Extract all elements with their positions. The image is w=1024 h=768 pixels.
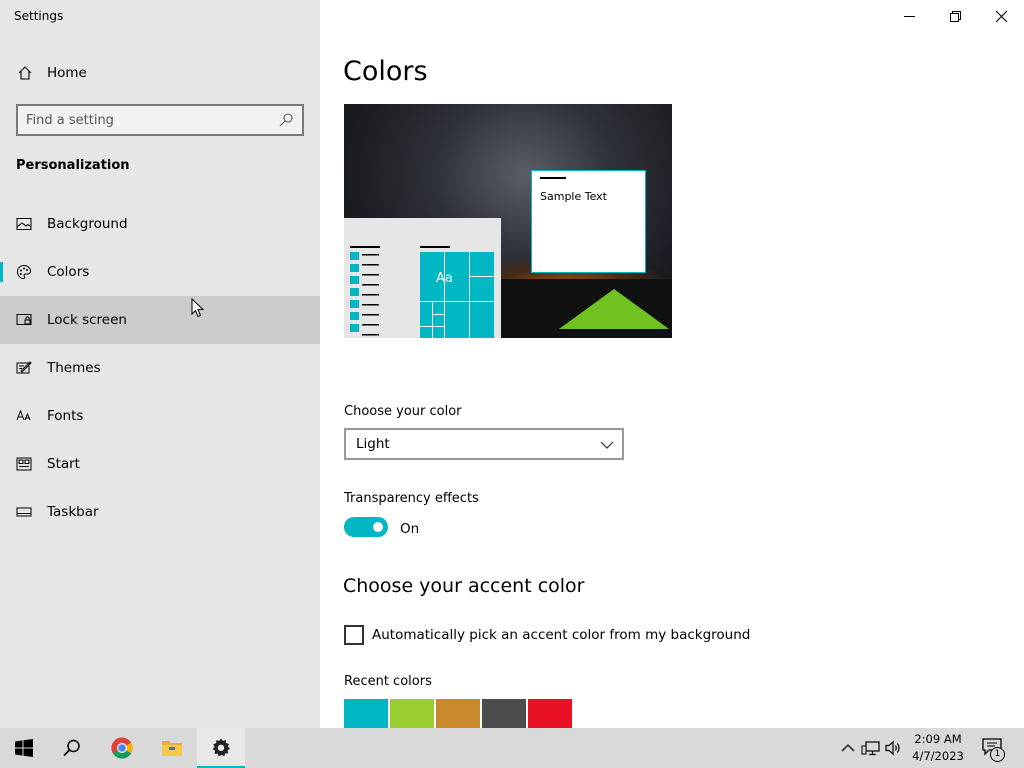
search-icon[interactable]	[278, 112, 294, 128]
sidebar-item-label: Taskbar	[47, 504, 99, 520]
chrome-icon	[111, 737, 133, 759]
recent-colors-label: Recent colors	[344, 674, 432, 689]
sample-text: Sample Text	[540, 190, 607, 203]
sidebar-item-label: Colors	[47, 264, 90, 280]
color-preview: Aa Sample Text	[344, 104, 672, 338]
lock-screen-icon	[16, 314, 32, 325]
restore-icon	[950, 11, 961, 22]
themes-icon	[16, 361, 32, 374]
chevron-up-icon[interactable]	[838, 738, 858, 758]
auto-accent-checkbox[interactable]	[344, 625, 364, 645]
sidebar-item-label: Start	[47, 456, 80, 472]
choose-color-value: Light	[356, 436, 390, 452]
recent-color-swatch[interactable]	[482, 699, 526, 728]
sidebar-item-lock-screen[interactable]: Lock screen	[0, 296, 320, 344]
transparency-label: Transparency effects	[344, 491, 479, 506]
search-icon	[63, 739, 80, 757]
sidebar-item-taskbar[interactable]: Taskbar	[0, 488, 320, 536]
gear-icon	[212, 738, 230, 757]
notification-badge: 1	[990, 747, 1005, 762]
action-center-button[interactable]: 1	[980, 736, 1008, 762]
sidebar-item-label: Lock screen	[47, 312, 127, 328]
transparency-toggle[interactable]	[344, 517, 388, 537]
volume-icon[interactable]	[884, 738, 904, 758]
clock-date: 4/7/2023	[912, 749, 964, 763]
minimize-button[interactable]	[886, 0, 932, 32]
taskbar-clock[interactable]: 2:09 AM 4/7/2023	[905, 731, 971, 765]
close-button[interactable]	[978, 0, 1024, 32]
transparency-state: On	[400, 521, 420, 537]
sidebar-item-colors[interactable]: Colors	[0, 248, 320, 296]
recent-color-swatch[interactable]	[528, 699, 572, 728]
clock-time: 2:09 AM	[914, 732, 962, 746]
taskbar-icon	[16, 507, 32, 517]
mouse-cursor-icon	[191, 298, 205, 318]
folder-icon	[162, 741, 182, 756]
network-icon[interactable]	[861, 738, 881, 758]
start-button[interactable]	[0, 728, 48, 768]
sidebar-nav: Background Colors Lock screen Themes Fon…	[0, 200, 320, 536]
fonts-icon	[16, 409, 31, 421]
preview-tile-text: Aa	[436, 271, 453, 286]
choose-color-label: Choose your color	[344, 404, 462, 419]
home-label: Home	[47, 65, 87, 81]
recent-color-swatch[interactable]	[436, 699, 480, 728]
sidebar: Settings Home Personalization Background	[0, 0, 320, 728]
section-title: Personalization	[16, 158, 130, 173]
auto-accent-label: Automatically pick an accent color from …	[372, 627, 751, 643]
chrome-button[interactable]	[98, 728, 146, 768]
page-title: Colors	[343, 56, 428, 87]
tent-image	[559, 289, 669, 329]
accent-heading: Choose your accent color	[343, 575, 585, 597]
search-input[interactable]	[26, 110, 276, 130]
windows-logo-icon	[15, 739, 33, 757]
taskbar: 2:09 AM 4/7/2023 1	[0, 728, 1024, 768]
home-nav-item[interactable]: Home	[0, 52, 320, 94]
sidebar-item-fonts[interactable]: Fonts	[0, 392, 320, 440]
preview-start-panel: Aa	[344, 218, 501, 338]
preview-window: Sample Text	[531, 170, 646, 273]
home-icon	[18, 66, 32, 80]
sidebar-item-label: Themes	[47, 360, 101, 376]
sidebar-item-start[interactable]: Start	[0, 440, 320, 488]
picture-icon	[16, 218, 32, 230]
palette-icon	[16, 264, 32, 280]
selection-indicator	[0, 262, 3, 282]
recent-color-swatch[interactable]	[390, 699, 434, 728]
settings-app-button[interactable]	[197, 728, 245, 768]
restore-button[interactable]	[932, 0, 978, 32]
sidebar-item-background[interactable]: Background	[0, 200, 320, 248]
choose-color-dropdown[interactable]: Light	[344, 428, 624, 460]
taskbar-search-button[interactable]	[48, 728, 96, 768]
close-icon	[996, 11, 1007, 22]
start-icon	[16, 457, 32, 471]
app-title: Settings	[14, 9, 64, 23]
toggle-knob	[373, 522, 383, 532]
file-explorer-button[interactable]	[148, 728, 196, 768]
sidebar-item-label: Fonts	[47, 408, 84, 424]
chevron-down-icon	[600, 441, 614, 449]
minimize-icon	[904, 16, 915, 17]
sidebar-item-themes[interactable]: Themes	[0, 344, 320, 392]
search-box[interactable]	[16, 104, 304, 136]
sidebar-item-label: Background	[47, 216, 128, 232]
recent-color-swatch[interactable]	[344, 699, 388, 728]
